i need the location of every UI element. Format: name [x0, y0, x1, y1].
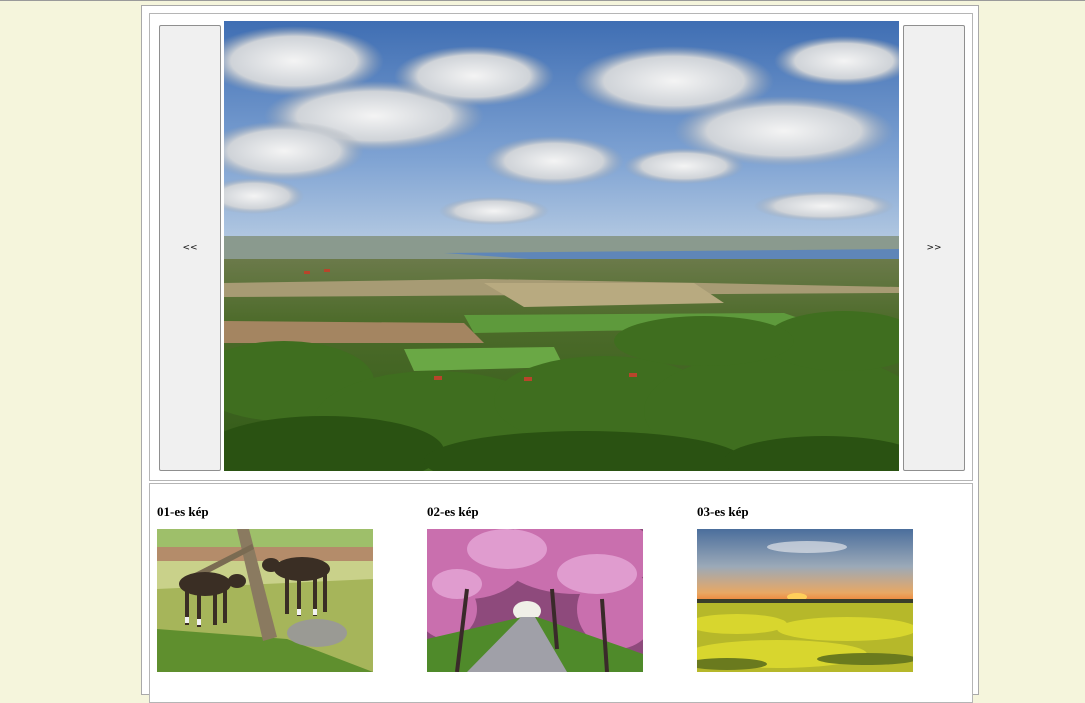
top-divider — [0, 0, 1085, 1]
thumbnail-title: 01-es kép — [157, 504, 209, 519]
thumbnail-title: 03-es kép — [697, 504, 749, 519]
goats-thumbnail[interactable] — [157, 529, 373, 672]
sunset-field-image — [697, 529, 913, 672]
previous-button[interactable]: << — [159, 25, 221, 471]
thumbnail-gallery: 01-es kép 02-es kép 03-es kép — [149, 483, 973, 703]
main-image — [224, 21, 899, 471]
image-viewer: << >> — [149, 13, 973, 481]
thumbnail-title: 02-es kép — [427, 504, 479, 519]
blossom-path-thumbnail[interactable] — [427, 529, 643, 672]
sunset-field-thumbnail[interactable] — [697, 529, 913, 672]
landscape-panorama-image — [224, 21, 899, 471]
goats-image — [157, 529, 373, 672]
blossom-path-image — [427, 529, 643, 672]
next-button[interactable]: >> — [903, 25, 965, 471]
page-container: << >> 01-es kép 02-es kép 03-es kép — [141, 5, 979, 703]
